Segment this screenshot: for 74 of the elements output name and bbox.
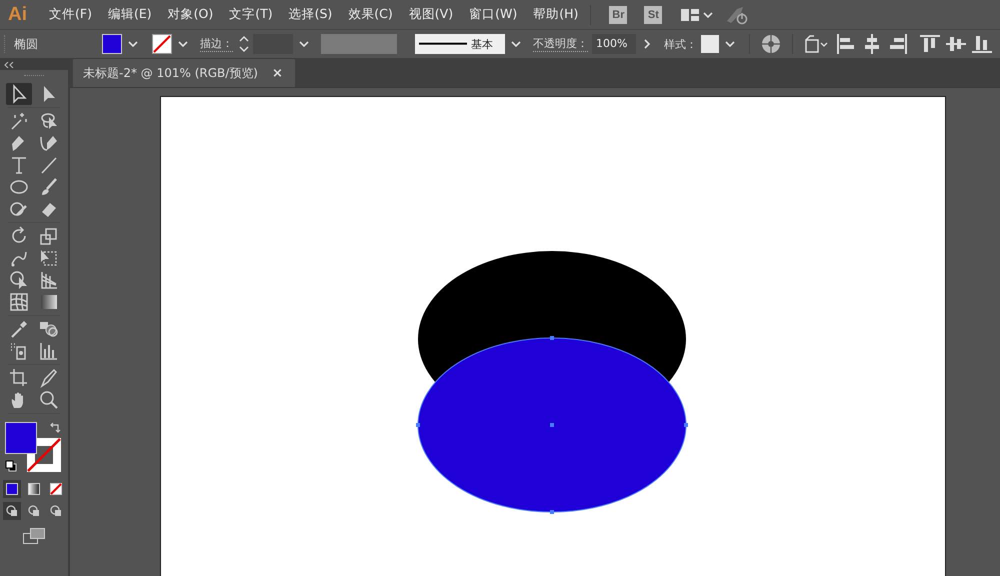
brush-name: 基本	[471, 36, 493, 52]
shape-builder-icon	[9, 270, 29, 290]
align-right-icon[interactable]	[888, 34, 908, 54]
menu-item[interactable]: 文件(F)	[41, 6, 100, 23]
menu-item[interactable]: 帮助(H)	[525, 6, 586, 23]
app-logo: Ai	[7, 4, 28, 26]
align-top-icon[interactable]	[920, 34, 940, 54]
align-middle-icon[interactable]	[946, 34, 966, 54]
menu-item[interactable]: 编辑(E)	[100, 6, 160, 23]
menu-item[interactable]: 对象(O)	[160, 6, 222, 23]
none-swatch-icon	[50, 483, 62, 495]
mesh-icon	[9, 292, 29, 312]
opacity-field[interactable]: 100%	[592, 34, 636, 54]
object-type-label: 椭圆	[14, 36, 39, 52]
draw-normal-icon	[6, 505, 18, 517]
perspective-grid-icon	[39, 270, 59, 290]
align-bottom-icon[interactable]	[972, 34, 992, 54]
color-mode-button[interactable]	[3, 480, 21, 498]
stepper-icon[interactable]	[237, 34, 251, 54]
knife-icon	[39, 368, 59, 388]
workspace-layout-icon[interactable]	[681, 6, 716, 22]
paintbrush-icon	[39, 177, 59, 197]
stroke-line-icon	[419, 42, 467, 46]
menu-item[interactable]: 窗口(W)	[461, 6, 526, 23]
document-tab[interactable]: 未标题-2* @ 101% (RGB/预览) ×	[73, 59, 295, 87]
panel-grip[interactable]	[4, 35, 8, 53]
menu-item[interactable]: 效果(C)	[340, 6, 401, 23]
recolor-wheel-icon[interactable]	[761, 34, 781, 54]
menu-item[interactable]: 文字(T)	[221, 6, 281, 23]
free-transform-icon	[39, 248, 59, 268]
opacity-label[interactable]: 不透明度：	[533, 36, 588, 52]
stroke-label[interactable]: 描边：	[200, 36, 233, 52]
none-mode-button[interactable]	[47, 480, 65, 498]
stroke-none-swatch[interactable]	[152, 34, 172, 54]
brush-definition-field[interactable]: 基本	[415, 34, 505, 54]
selection-arrow-tool[interactable]	[6, 83, 32, 105]
gradient-mode-button[interactable]	[25, 480, 43, 498]
artboard-icon	[9, 368, 29, 388]
align-left-icon[interactable]	[836, 34, 856, 54]
align-center-icon[interactable]	[862, 34, 882, 54]
variable-width-field[interactable]	[321, 34, 397, 54]
draw-normal-button[interactable]	[3, 502, 21, 520]
close-tab-button[interactable]: ×	[272, 66, 283, 80]
document-title: 未标题-2* @ 101% (RGB/预览)	[83, 64, 258, 82]
eyedropper-icon	[9, 319, 29, 339]
blend-icon	[39, 319, 59, 339]
lasso-icon	[39, 111, 59, 131]
line-segment-icon	[39, 155, 59, 175]
symbol-sprayer-icon	[9, 341, 29, 361]
magic-wand-icon	[9, 111, 29, 131]
default-colors-icon[interactable]	[5, 460, 17, 472]
menu-item[interactable]: 选择(S)	[280, 6, 340, 23]
screen-mode-icon[interactable]	[23, 528, 45, 544]
draw-behind-icon	[28, 505, 40, 517]
fill-color-swatch[interactable]	[5, 422, 37, 454]
fill-swatch[interactable]	[102, 34, 122, 54]
bar-graph-icon	[39, 341, 59, 361]
style-label: 样式：	[664, 36, 697, 52]
rocket-power-icon[interactable]	[725, 4, 750, 24]
type-icon	[9, 155, 29, 175]
swap-arrows-icon[interactable]	[49, 422, 61, 434]
app-button[interactable]: Br	[609, 6, 628, 24]
color-swatch-icon	[6, 483, 18, 495]
graphic-style-swatch[interactable]	[701, 35, 719, 53]
scale-icon	[39, 226, 59, 246]
menu-item[interactable]: 视图(V)	[400, 6, 462, 23]
zoom-icon	[39, 390, 59, 410]
app-button[interactable]: St	[644, 6, 662, 24]
gradient-swatch-icon	[28, 483, 40, 495]
draw-inside-icon	[50, 505, 62, 517]
collapse-arrows-icon[interactable]	[4, 62, 14, 68]
panel-grip[interactable]	[24, 75, 44, 79]
gradient-icon	[39, 292, 59, 312]
align-to-icon[interactable]	[804, 34, 830, 54]
